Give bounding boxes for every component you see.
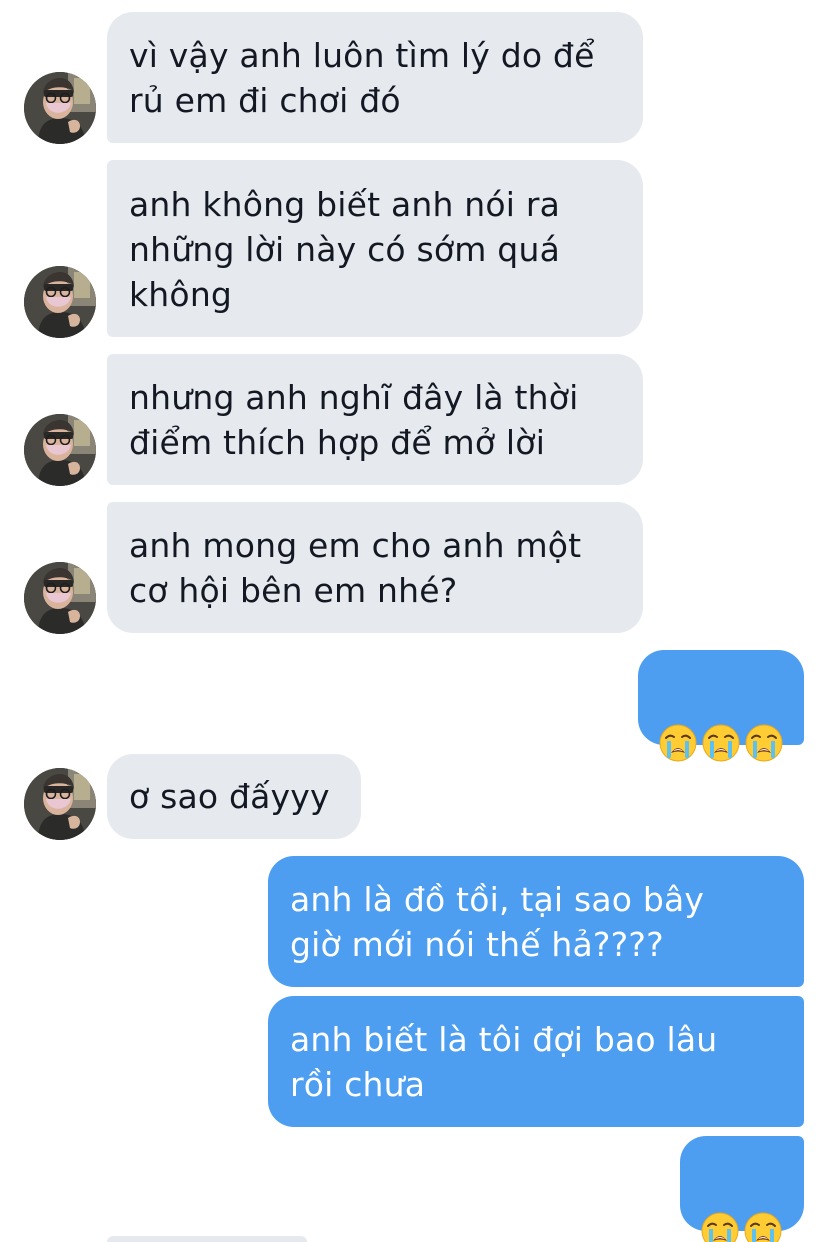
- sender-avatar[interactable]: [24, 414, 96, 486]
- outgoing-message-bubble[interactable]: anh biết là tôi đợi bao lâu rồi chưa: [268, 996, 804, 1127]
- sender-avatar[interactable]: [24, 768, 96, 840]
- incoming-message-bubble[interactable]: vì vậy anh luôn tìm lý do để rủ em đi ch…: [107, 12, 643, 143]
- incoming-message-bubble[interactable]: anh mong em cho anh một cơ hội bên em nh…: [107, 502, 643, 633]
- sender-avatar[interactable]: [24, 72, 96, 144]
- crying-face-icon: [701, 678, 741, 762]
- crying-face-icon: [658, 678, 698, 762]
- sender-avatar[interactable]: [24, 562, 96, 634]
- outgoing-emoji-bubble[interactable]: [680, 1136, 804, 1242]
- incoming-message-bubble[interactable]: anh không biết anh nói ra những lời này …: [107, 160, 643, 337]
- outgoing-emoji-bubble[interactable]: [638, 650, 804, 762]
- crying-face-icon: [743, 1166, 783, 1242]
- crying-face-icon: [700, 1166, 740, 1242]
- outgoing-message-bubble[interactable]: anh là đồ tồi, tại sao bây giờ mới nói t…: [268, 856, 804, 987]
- crying-face-icon: [744, 678, 784, 762]
- sender-avatar[interactable]: [24, 266, 96, 338]
- incoming-message-bubble-partial[interactable]: [107, 1236, 307, 1242]
- incoming-message-bubble[interactable]: ơ sao đấyyy: [107, 754, 361, 839]
- incoming-message-bubble[interactable]: nhưng anh nghĩ đây là thời điểm thích hợ…: [107, 354, 643, 485]
- message-thread[interactable]: vì vậy anh luôn tìm lý do để rủ em đi ch…: [0, 0, 828, 1242]
